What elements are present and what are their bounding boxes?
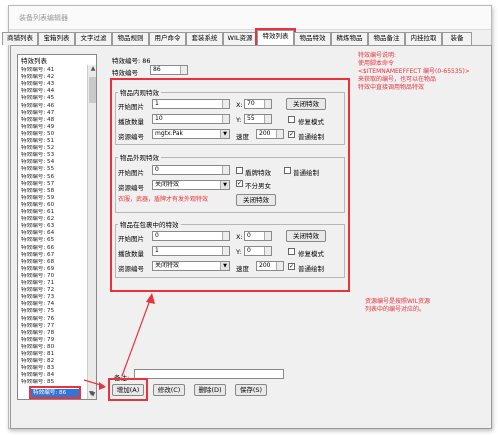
annotation-arrows [83, 293, 155, 390]
